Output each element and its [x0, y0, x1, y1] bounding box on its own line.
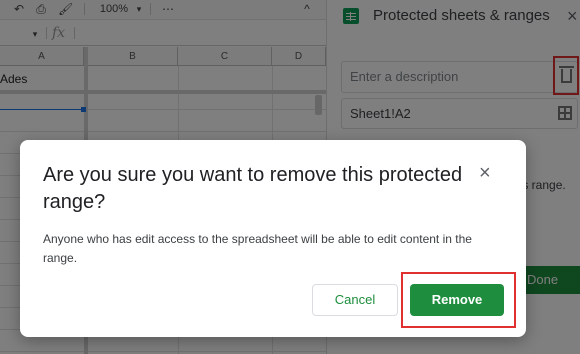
- cancel-button[interactable]: Cancel: [312, 284, 398, 316]
- dialog-title: Are you sure you want to remove this pro…: [43, 164, 463, 213]
- spreadsheet-app: ↶ ⎙ 🖌 100% ▾ ⋯ ^ ▾ fx A B C D Ades: [0, 0, 580, 354]
- remove-button[interactable]: Remove: [410, 284, 504, 316]
- dialog-message: Anyone who has edit access to the spread…: [43, 232, 472, 265]
- confirm-remove-dialog: Are you sure you want to remove this pro…: [20, 140, 526, 337]
- close-icon[interactable]: ×: [479, 163, 491, 183]
